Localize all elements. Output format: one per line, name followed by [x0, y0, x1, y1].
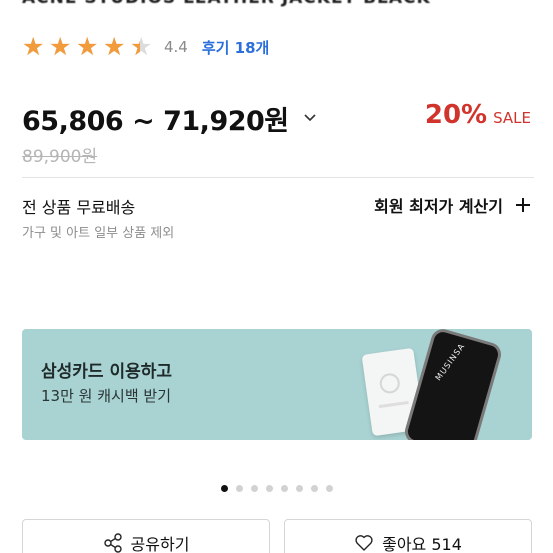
star-fill: ★	[130, 34, 140, 60]
share-button[interactable]: 공유하기	[22, 519, 270, 553]
rating-stars: ★★★★★★★★★★	[22, 34, 156, 60]
rating-row: ★★★★★★★★★★ 4.4 후기 18개	[22, 34, 269, 60]
discount-percent: 20%	[424, 100, 488, 130]
star-icon: ★★	[103, 34, 129, 60]
star-icon: ★★	[76, 34, 102, 60]
plus-icon	[516, 198, 530, 212]
like-label: 좋아요 514	[382, 535, 462, 553]
star-fill: ★	[49, 34, 72, 60]
carousel-dot[interactable]	[265, 485, 273, 492]
like-button[interactable]: 좋아요 514	[284, 519, 532, 553]
review-count-link[interactable]: 후기 18개	[202, 37, 270, 58]
chevron-down-icon[interactable]	[303, 111, 317, 125]
product-title: ACNE STUDIOS LEATHER JACKET BLACK	[22, 0, 542, 8]
card-logo	[378, 372, 402, 395]
carousel-dot[interactable]	[250, 485, 258, 492]
sale-label: SALE	[493, 109, 531, 127]
star-fill: ★	[22, 34, 45, 60]
share-icon	[103, 533, 122, 553]
star-fill: ★	[103, 34, 126, 60]
banner-title: 삼성카드 이용하고	[41, 362, 173, 382]
star-icon: ★★	[22, 34, 48, 60]
carousel-dot[interactable]	[310, 485, 318, 492]
carousel-indicator	[0, 485, 553, 492]
price-range: 65,806 ~ 71,920원	[22, 105, 289, 137]
star-icon: ★★	[49, 34, 75, 60]
promo-banner[interactable]: 삼성카드 이용하고 13만 원 캐시백 받기 MUSINSA	[22, 329, 532, 440]
rating-value: 4.4	[164, 38, 188, 56]
original-price: 89,900원	[22, 147, 98, 167]
carousel-dot[interactable]	[280, 485, 288, 492]
heart-icon	[355, 535, 373, 551]
carousel-dot[interactable]	[235, 485, 243, 492]
member-calculator-label: 회원 최저가 계산기	[374, 197, 503, 216]
star-fill: ★	[76, 34, 99, 60]
carousel-dot[interactable]	[325, 485, 333, 492]
phone-brand-text: MUSINSA	[433, 341, 467, 383]
divider	[22, 177, 534, 178]
member-lowest-price-calculator-button[interactable]: 회원 최저가 계산기	[374, 193, 531, 217]
carousel-dot[interactable]	[295, 485, 303, 492]
discount-badge: 20% SALE	[425, 100, 531, 130]
banner-subtitle: 13만 원 캐시백 받기	[41, 387, 171, 405]
free-shipping-note: 가구 및 아트 일부 상품 제외	[22, 226, 175, 241]
share-label: 공유하기	[130, 535, 190, 553]
card-stripe	[378, 400, 409, 409]
price-row: 65,806 ~ 71,920원 20% SALE	[22, 100, 537, 137]
carousel-dot[interactable]	[220, 485, 228, 492]
phone-image: MUSINSA	[402, 329, 504, 440]
free-shipping-title: 전 상품 무료배송	[22, 198, 136, 217]
star-icon: ★★	[130, 32, 153, 61]
